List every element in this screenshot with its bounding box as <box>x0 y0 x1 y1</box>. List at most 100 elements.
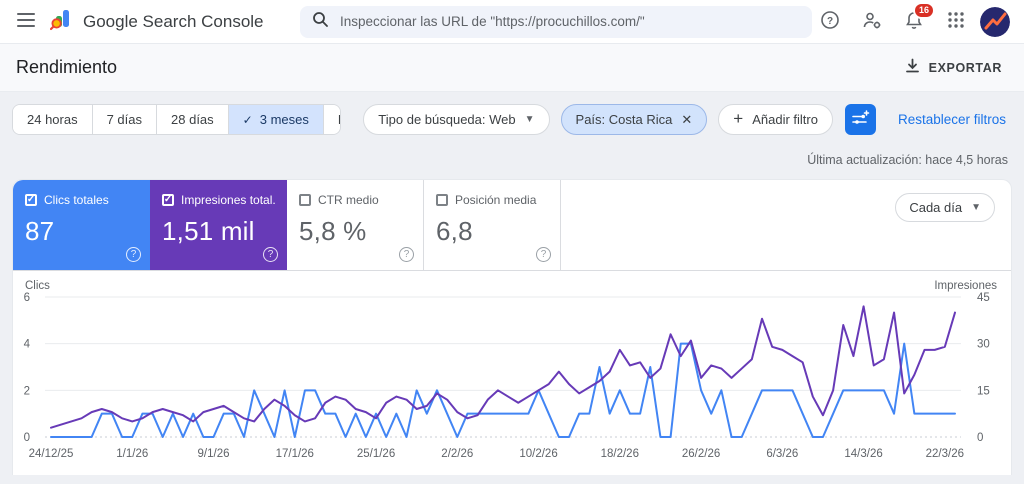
page-header: Rendimiento EXPORTAR <box>0 44 1024 92</box>
metric-value: 5,8 % <box>299 216 367 246</box>
x-axis-tick: 26/2/26 <box>682 448 720 460</box>
product-name: Google Search Console <box>83 11 264 31</box>
date-tab-label: 7 días <box>106 112 143 127</box>
x-axis-tick: 24/12/25 <box>29 448 74 460</box>
metric-checkbox[interactable] <box>299 194 311 206</box>
check-icon: ✓ <box>242 112 253 127</box>
left-axis-tick: 4 <box>24 339 31 351</box>
hamburger-icon <box>17 13 35 30</box>
left-axis-tick: 0 <box>24 432 30 444</box>
x-axis-tick: 1/1/26 <box>116 448 148 460</box>
help-icon: ? <box>820 10 840 33</box>
export-button[interactable]: EXPORTAR <box>899 57 1008 78</box>
product-logo[interactable]: Google Search Console <box>49 7 278 36</box>
metric-value: 87 <box>25 216 55 246</box>
granularity-label: Cada día <box>909 200 963 215</box>
metric-card-header: ✓ Clics totales <box>25 193 138 207</box>
date-tab-label: 24 horas <box>27 112 78 127</box>
x-axis-tick: 6/3/26 <box>766 448 798 460</box>
date-tab-label: Más información <box>338 112 340 127</box>
chevron-down-icon: ▼ <box>524 114 535 125</box>
notification-count-badge: 16 <box>912 1 935 19</box>
url-inspection-search[interactable] <box>300 5 812 38</box>
apps-grid-icon <box>947 11 965 32</box>
page-title: Rendimiento <box>16 57 118 77</box>
menu-button[interactable] <box>8 4 44 40</box>
performance-chart[interactable]: 0 2 4 6 0 15 30 45 Clics Impresiones 24/12/25 1/1/2… <box>15 279 1011 479</box>
metric-checkbox[interactable]: ✓ <box>162 194 174 206</box>
metric-card-clics-totales[interactable]: ✓ Clics totales 87? <box>13 180 150 270</box>
check-icon: ✓ <box>26 194 36 205</box>
metric-card-posición-media[interactable]: Posición media 6,8? <box>424 180 561 270</box>
reset-filters-link[interactable]: Restablecer filtros <box>892 111 1012 128</box>
search-input[interactable] <box>338 13 800 30</box>
help-icon[interactable]: ? <box>399 247 414 262</box>
x-axis-tick: 22/3/26 <box>926 448 964 460</box>
metric-label: Posición media <box>455 193 537 207</box>
metric-label: Clics totales <box>44 193 109 207</box>
date-tab-28-días[interactable]: 28 días <box>156 105 228 134</box>
date-tab-label: 3 meses <box>259 112 309 127</box>
search-icon <box>312 11 328 32</box>
help-icon[interactable]: ? <box>263 247 278 262</box>
left-axis-tick: 2 <box>24 385 30 397</box>
x-axis-tick: 17/1/26 <box>276 448 314 460</box>
user-settings-button[interactable] <box>854 4 890 40</box>
tune-filter-icon <box>850 108 870 131</box>
close-icon[interactable]: ✕ <box>681 113 692 126</box>
country-chip-label: País: Costa Rica <box>575 112 673 127</box>
metric-label: CTR medio <box>318 193 379 207</box>
last-update-text: Última actualización: hace 4,5 horas <box>807 153 1008 167</box>
svg-text:?: ? <box>827 16 833 27</box>
impresiones-line <box>50 305 956 429</box>
metric-checkbox[interactable]: ✓ <box>25 194 37 206</box>
search-type-chip[interactable]: Tipo de búsqueda: Web ▼ <box>363 104 550 135</box>
date-range-tabs: 24 horas 7 días 28 días ✓ 3 meses Más informa… <box>12 104 342 135</box>
add-filter-chip[interactable]: + Añadir filtro <box>718 104 833 135</box>
filter-bar: 24 horas 7 días 28 días ✓ 3 meses Más informa… <box>12 104 1012 135</box>
advanced-filter-button[interactable] <box>844 104 876 135</box>
granularity-dropdown[interactable]: Cada día ▼ <box>895 193 995 222</box>
check-icon: ✓ <box>163 194 173 205</box>
date-tab-7-días[interactable]: 7 días <box>91 105 157 134</box>
right-axis-tick: 15 <box>977 385 990 397</box>
metric-card-ctr-medio[interactable]: CTR medio 5,8 %? <box>287 180 424 270</box>
date-tab-más-información[interactable]: Más información▼ <box>322 105 341 134</box>
x-axis-tick: 25/1/26 <box>357 448 395 460</box>
plus-icon: + <box>733 109 744 128</box>
x-axis-tick: 2/2/26 <box>441 448 473 460</box>
left-axis-title: Clics <box>25 280 50 292</box>
right-axis-tick: 30 <box>977 339 990 351</box>
right-axis-title: Impresiones <box>934 280 997 292</box>
metric-value: 1,51 mil <box>162 216 255 246</box>
topbar-actions: ? 16 <box>812 1 1010 40</box>
performance-panel: ✓ Clics totales 87? ✓ Impresiones total... 1,… <box>12 179 1012 475</box>
metric-card-impresiones-total-[interactable]: ✓ Impresiones total... 1,51 mil? <box>150 180 287 270</box>
right-axis-tick: 45 <box>977 292 990 304</box>
download-icon <box>905 58 920 77</box>
search-console-logo-icon <box>49 7 74 36</box>
date-tab-label: 28 días <box>171 112 214 127</box>
metric-label: Impresiones total... <box>181 193 275 207</box>
apps-grid-button[interactable] <box>938 4 974 40</box>
help-icon[interactable]: ? <box>126 247 141 262</box>
country-filter-chip[interactable]: País: Costa Rica ✕ <box>560 104 708 135</box>
x-axis-tick: 10/2/26 <box>519 448 557 460</box>
metric-card-header: Posición media <box>436 193 548 207</box>
date-tab-3-meses[interactable]: ✓ 3 meses <box>227 105 323 134</box>
metric-value: 6,8 <box>436 216 473 246</box>
help-icon[interactable]: ? <box>536 247 551 262</box>
metric-cards: ✓ Clics totales 87? ✓ Impresiones total... 1,… <box>13 180 1011 271</box>
x-axis-tick: 14/3/26 <box>844 448 882 460</box>
chart-area: 0 2 4 6 0 15 30 45 Clics Impresiones 24/12/25 1/1/2… <box>13 271 1011 484</box>
user-settings-icon <box>862 10 882 33</box>
date-tab-24-horas[interactable]: 24 horas <box>13 105 92 134</box>
help-button[interactable]: ? <box>812 4 848 40</box>
left-axis-tick: 6 <box>24 292 30 304</box>
x-axis-tick: 9/1/26 <box>198 448 230 460</box>
metric-checkbox[interactable] <box>436 194 448 206</box>
metric-card-header: CTR medio <box>299 193 411 207</box>
account-avatar[interactable] <box>980 6 1010 37</box>
right-axis-tick: 0 <box>977 432 983 444</box>
search-type-chip-label: Tipo de búsqueda: Web <box>378 112 516 127</box>
